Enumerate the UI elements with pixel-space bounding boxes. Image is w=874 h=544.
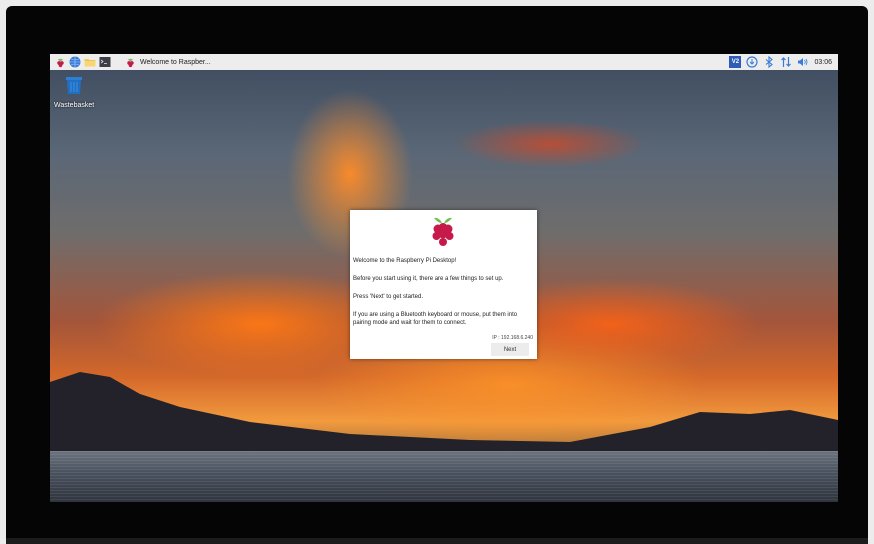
bluetooth-text: If you are using a Bluetooth keyboard or… — [353, 312, 518, 326]
network-icon[interactable] — [780, 56, 792, 68]
welcome-text: Welcome to the Raspberry Pi Desktop! — [353, 258, 457, 264]
welcome-dialog: Welcome to the Raspberry Pi Desktop! Bef… — [350, 210, 537, 359]
vnc-icon[interactable]: V2 — [729, 56, 742, 68]
wastebasket-icon — [66, 77, 82, 94]
taskbar: Welcome to Raspber... V2 03:06 — [50, 54, 838, 70]
taskbar-window-title: Welcome to Raspber... — [140, 58, 211, 66]
ip-address: IP : 192.168.6.240 — [492, 335, 533, 341]
desktop-screen: Welcome to Raspber... V2 03:06 Wastebask… — [50, 54, 838, 502]
lake-water — [50, 451, 838, 502]
wastebasket-label: Wastebasket — [54, 102, 95, 109]
file-manager-icon[interactable] — [84, 56, 96, 68]
bluetooth-icon[interactable] — [763, 56, 775, 68]
mountain-silhouette — [50, 372, 838, 452]
update-icon[interactable] — [746, 56, 759, 68]
terminal-icon[interactable] — [99, 56, 111, 68]
press-next-text: Press 'Next' to get started. — [353, 294, 423, 300]
taskbar-window-welcome[interactable]: Welcome to Raspber... — [120, 55, 215, 69]
raspberry-pi-logo-icon — [432, 217, 454, 246]
clock[interactable]: 03:06 — [814, 59, 832, 66]
wastebasket-desktop-icon[interactable]: Wastebasket — [54, 75, 94, 109]
intro-text: Before you start using it, there are a f… — [353, 276, 504, 282]
raspberry-menu-icon[interactable] — [54, 56, 66, 68]
next-button[interactable]: Next — [491, 343, 529, 356]
volume-icon[interactable] — [797, 56, 809, 68]
monitor-stand-edge — [6, 538, 868, 544]
raspberry-logo-icon — [124, 56, 136, 68]
web-browser-icon[interactable] — [69, 56, 81, 68]
